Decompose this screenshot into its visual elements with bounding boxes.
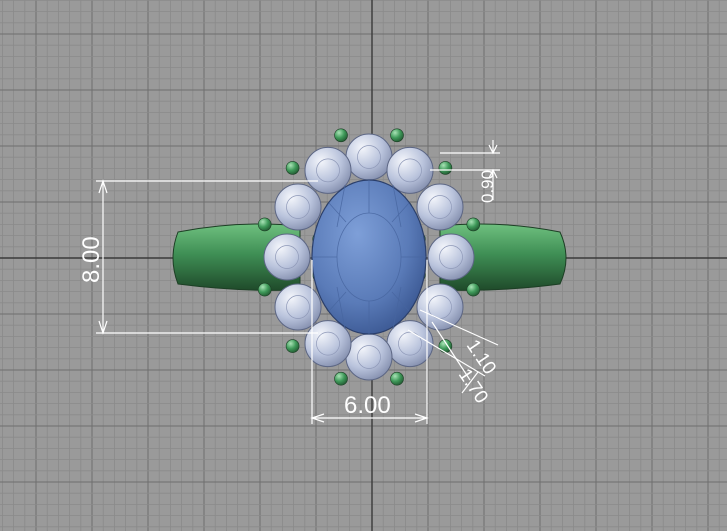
halo-stone <box>427 233 475 281</box>
prong <box>466 282 481 297</box>
prong <box>466 217 481 232</box>
prong <box>257 282 272 297</box>
prong <box>438 161 453 175</box>
prong <box>257 217 272 232</box>
prong <box>285 161 300 175</box>
halo-stone <box>345 333 393 381</box>
prong <box>390 128 404 143</box>
halo-stone <box>416 183 464 231</box>
dim-gap-label: 0.90 <box>478 170 497 203</box>
scene-svg[interactable]: 8.00 6.00 0.90 1.10 1.70 <box>0 0 727 531</box>
halo-stone <box>386 146 434 194</box>
halo-stone <box>274 183 322 231</box>
viewport-canvas[interactable]: 8.00 6.00 0.90 1.10 1.70 <box>0 0 727 531</box>
prong <box>334 128 348 143</box>
halo-stone <box>304 146 352 194</box>
prong <box>285 339 300 353</box>
halo-stone <box>345 133 393 181</box>
prong <box>334 371 348 386</box>
dim-width-label: 6.00 <box>344 392 391 419</box>
halo-stone <box>263 233 311 281</box>
prong <box>390 371 404 386</box>
halo-stone <box>416 283 464 331</box>
halo-stone <box>386 320 434 368</box>
dim-height-label: 8.00 <box>78 236 105 283</box>
center-stone[interactable] <box>311 179 427 335</box>
halo-stone <box>274 283 322 331</box>
